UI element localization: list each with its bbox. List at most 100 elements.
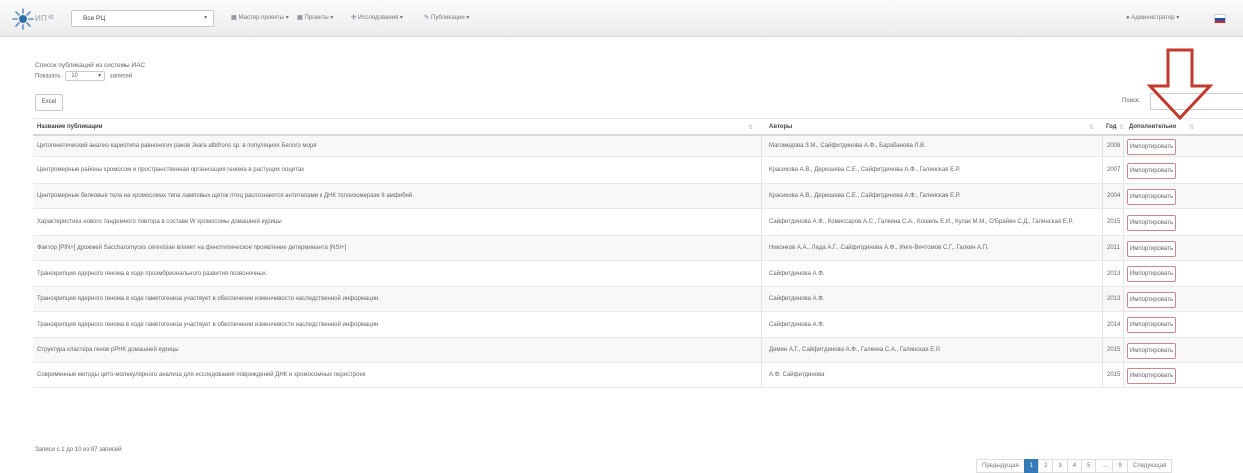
publication-authors: Красикова А.В., Дерюшева С.Е., Сайфитдин…: [769, 167, 961, 173]
publication-authors: Демин А.Г., Сайфитдинова А.Ф., Галкина С…: [769, 347, 941, 353]
page-length-select[interactable]: 10 ▾: [65, 71, 106, 81]
publication-title: Цитогенетический анализ кариотипа равнон…: [37, 143, 317, 149]
col-extra-header[interactable]: Дополнительно: [1129, 124, 1176, 130]
publication-authors: Сайфитдинова А.Ф.: [769, 270, 825, 277]
chevron-down-icon: ▾: [98, 73, 102, 79]
import-button[interactable]: Импортировать: [1127, 138, 1176, 155]
publication-title: Фактор [PIN+] дрожжей Saccharomyces cere…: [37, 245, 347, 251]
sort-icon[interactable]: ⇅: [1119, 124, 1124, 131]
pager-page: …: [1095, 459, 1114, 473]
pager-page[interactable]: 4: [1066, 459, 1083, 473]
table-row: Центромерные районы хромосом и пространс…: [33, 157, 1243, 184]
column-divider: [1123, 136, 1124, 156]
column-divider: [1123, 184, 1124, 208]
import-button[interactable]: Импортировать: [1127, 162, 1176, 179]
nav-publications[interactable]: ✎ Публикации ▾: [424, 14, 469, 21]
nav-research-label: Исследования: [358, 15, 399, 21]
col-year-header[interactable]: Год: [1106, 124, 1117, 130]
import-button[interactable]: Импортировать: [1127, 214, 1176, 231]
nav-master-projects-label: Мастер проекты: [238, 15, 285, 21]
excel-export-button[interactable]: Excel: [35, 94, 63, 111]
table-row: Транскрипция ядерного генома в ходе проэ…: [33, 261, 1243, 287]
pager-page[interactable]: 1: [1023, 459, 1040, 473]
sort-icon[interactable]: ⇅: [748, 124, 753, 131]
nav-research[interactable]: ✣ Исследования ▾: [351, 14, 403, 21]
publication-authors: Сайфитдинова А.Ф.: [769, 296, 825, 302]
user-icon: ●: [1126, 15, 1130, 21]
import-button[interactable]: Импортировать: [1127, 188, 1176, 205]
pager-page[interactable]: 3: [1052, 459, 1068, 473]
table-row: Транскрипция ядерного генома в ходе гаме…: [33, 287, 1243, 312]
column-divider: [761, 338, 762, 362]
collapse-sidebar-icon[interactable]: «: [48, 11, 54, 23]
publication-authors: Красикова А.В., Дерюшева С.Е., Сайфитдин…: [769, 193, 961, 199]
table-row: Транскрипция ядерного генома в ходе гаме…: [33, 312, 1243, 338]
import-button[interactable]: Импортировать: [1127, 317, 1176, 333]
column-divider: [761, 184, 762, 208]
nav-projects-label: Проекты: [304, 15, 329, 21]
pagination: Предыдущая 1 2 3 4 5… 9 Следующая: [976, 459, 1173, 473]
column-divider: [1123, 157, 1124, 183]
sort-icon[interactable]: ⇅: [1089, 124, 1094, 131]
table-row: Фактор [PIN+] дрожжей Saccharomyces cere…: [33, 236, 1243, 261]
publication-title: Современные методы цито-молекулярного ан…: [37, 372, 366, 378]
page-length-control: Показать 10 ▾ записей: [35, 71, 132, 81]
import-button[interactable]: Импортировать: [1127, 266, 1176, 282]
wrench-icon: ✎: [424, 15, 430, 21]
chevron-down-icon: ▾: [203, 15, 207, 21]
publication-authors: Никонков А.А., Лада А.Г., Сайфитдинова А…: [769, 245, 989, 251]
publication-authors: Сайфитдинова А.Ф.: [769, 321, 825, 328]
column-divider: [761, 312, 762, 337]
column-divider: [1123, 209, 1124, 235]
nav-master-projects[interactable]: ▦ Мастер проекты ▾: [231, 14, 289, 21]
pager-page[interactable]: 5: [1081, 459, 1097, 473]
top-navbar: ИП « Все РЦ ▾ ▦ Мастер проекты ▾ ▦ Проекты…: [0, 0, 1243, 37]
table-info: Записи с 1 до 10 из 87 записей: [35, 447, 122, 453]
table-body: Цитогенетический анализ кариотипа равнон…: [33, 136, 1243, 388]
user-menu[interactable]: ● Администратор ▾: [1126, 14, 1179, 21]
column-divider: [761, 157, 762, 183]
logo-icon[interactable]: [12, 8, 34, 30]
table-header: Название публикации ⇅ Авторы ⇅ Год ⇅ Доп…: [33, 118, 1243, 136]
table-row: Характеристика нового тандемного повтора…: [33, 209, 1243, 236]
entries-label: записей: [109, 73, 133, 80]
table-row: Центромерные белковые тела на хромосомах…: [33, 184, 1243, 209]
col-title-header[interactable]: Название публикации: [37, 124, 102, 130]
publication-authors: Сайфитдинова А.Ф., Комиссаров А.С., Галк…: [769, 219, 1074, 225]
pager-next[interactable]: Следующая: [1126, 459, 1173, 473]
publication-authors: А.Ф. Сайфитдинова: [769, 372, 825, 378]
import-button[interactable]: Импортировать: [1127, 342, 1176, 359]
grid-icon: ▦: [231, 15, 237, 21]
column-divider: [1123, 287, 1124, 311]
down-arrow-annotation-icon: [1147, 48, 1213, 120]
publication-title: Транскрипция ядерного генома в ходе гаме…: [37, 296, 381, 302]
pager-page[interactable]: 9: [1112, 459, 1128, 473]
network-icon: ✣: [351, 15, 357, 21]
publications-table: Название публикации ⇅ Авторы ⇅ Год ⇅ Доп…: [33, 118, 1243, 388]
grid-icon: ▦: [297, 15, 303, 21]
column-divider: [761, 209, 762, 235]
pager-previous[interactable]: Предыдущая: [976, 459, 1025, 473]
import-button[interactable]: Импортировать: [1127, 240, 1176, 257]
publication-authors: Магомедова З.М., Сайфитдинова А.Ф., Бара…: [769, 143, 926, 149]
sort-icon[interactable]: ⇅: [1189, 124, 1194, 131]
publication-title: Транскрипция ядерного генома в ходе проэ…: [37, 270, 268, 277]
user-name: Администратор: [1131, 15, 1175, 21]
pager-page[interactable]: 2: [1038, 459, 1054, 473]
col-authors-header[interactable]: Авторы: [769, 124, 792, 130]
publication-title: Центромерные белковые тела на хромосомах…: [37, 193, 414, 199]
import-button[interactable]: Импортировать: [1127, 367, 1176, 384]
table-row: Цитогенетический анализ кариотипа равнон…: [33, 136, 1243, 157]
column-divider: [1123, 236, 1124, 260]
rc-select[interactable]: Все РЦ ▾: [71, 10, 214, 27]
column-divider: [1123, 312, 1124, 337]
table-row: Современные методы цито-молекулярного ан…: [33, 363, 1243, 388]
brand-text[interactable]: ИП: [35, 14, 47, 23]
column-divider: [1123, 261, 1124, 286]
nav-projects[interactable]: ▦ Проекты ▾: [297, 14, 333, 21]
column-divider: [761, 287, 762, 311]
import-button[interactable]: Импортировать: [1127, 291, 1176, 308]
publication-title: Характеристика нового тандемного повтора…: [37, 219, 282, 225]
russian-flag-icon[interactable]: [1214, 14, 1226, 23]
column-divider: [761, 261, 762, 286]
